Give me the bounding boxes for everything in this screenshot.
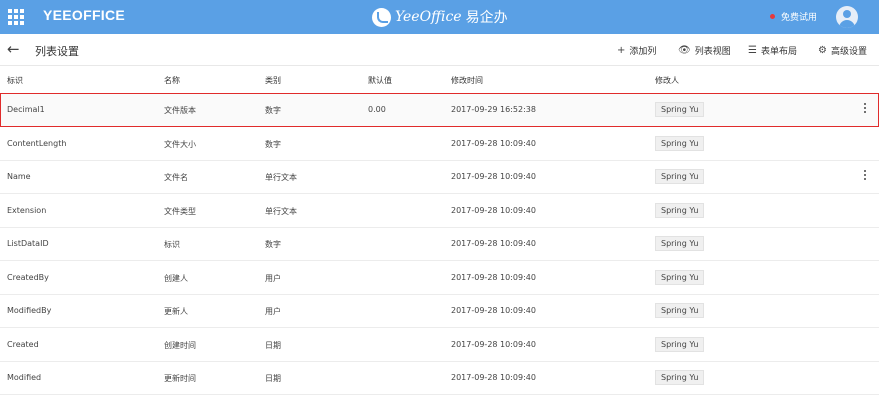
app-launcher-icon[interactable] [8,9,24,25]
cell-modified-time: 2017-09-28 10:09:40 [451,273,536,282]
table-row[interactable]: CreatedBy 创建人 用户 2017-09-28 10:09:40 Spr… [0,261,879,295]
cell-name: 创建时间 [164,341,196,350]
cell-type: 用户 [265,274,281,283]
header-name: 名称 [164,76,180,85]
form-layout-button[interactable]: ☰ 表单布局 [748,44,797,57]
table-row[interactable]: Modified 更新时间 日期 2017-09-28 10:09:40 Spr… [0,361,879,395]
cell-id: Name [7,172,31,181]
logo-cn-text: 易企办 [465,10,508,26]
header-type: 类别 [265,76,281,85]
cell-type: 单行文本 [265,173,297,182]
form-layout-label: 表单布局 [760,47,797,57]
table-row[interactable]: Extension 文件类型 单行文本 2017-09-28 10:09:40 … [0,194,879,228]
cell-id: Extension [7,206,47,215]
cell-name: 更新人 [164,307,188,316]
cell-type: 日期 [265,374,281,383]
cell-type: 数字 [265,240,281,249]
user-tag: Spring Yu [655,370,705,385]
eye-icon: 👁 [678,45,691,56]
user-tag: Spring Yu [655,136,705,151]
more-options-icon[interactable] [862,101,868,117]
user-tag: Spring Yu [655,337,705,352]
table-header: 标识 名称 类别 默认值 修改时间 修改人 [0,66,879,92]
center-logo: YeeOffice 易企办 [372,6,508,28]
cell-name: 更新时间 [164,374,196,383]
list-view-label: 列表视图 [694,47,731,57]
user-tag: Spring Yu [655,169,705,184]
cell-type: 日期 [265,341,281,350]
cell-name: 文件版本 [164,106,196,115]
cell-modified-time: 2017-09-28 10:09:40 [451,139,536,148]
cell-default: 0.00 [368,105,386,114]
cell-modified-time: 2017-09-29 16:52:38 [451,105,536,114]
back-arrow-icon[interactable]: ← [7,40,20,58]
user-avatar[interactable] [836,6,858,28]
table-row[interactable]: Name 文件名 单行文本 2017-09-28 10:09:40 Spring… [0,160,879,194]
cell-modified-time: 2017-09-28 10:09:40 [451,373,536,382]
cell-modified-time: 2017-09-28 10:09:40 [451,340,536,349]
cell-modified-time: 2017-09-28 10:09:40 [451,172,536,181]
cell-id: CreatedBy [7,273,49,282]
header-modified-by: 修改人 [655,76,679,85]
cell-name: 创建人 [164,274,188,283]
table-row[interactable]: Created 创建时间 日期 2017-09-28 10:09:40 Spri… [0,328,879,362]
user-tag: Spring Yu [655,203,705,218]
brand-name[interactable]: YEEOFFICE [43,7,125,23]
header-id: 标识 [7,76,23,85]
cell-id: Created [7,340,39,349]
cell-type: 数字 [265,106,281,115]
more-options-icon[interactable] [862,168,868,184]
add-column-label: 添加列 [629,47,657,57]
page-toolbar: ← 列表设置 + 添加列 👁 列表视图 ☰ 表单布局 ⚙ 高级设置 [0,34,879,66]
cell-id: Decimal1 [7,105,45,114]
cell-modified-time: 2017-09-28 10:09:40 [451,206,536,215]
cell-id: Modified [7,373,42,382]
cell-modified-time: 2017-09-28 10:09:40 [451,306,536,315]
cell-name: 文件名 [164,173,188,182]
top-bar: YEEOFFICE YeeOffice 易企办 免费试用 [0,0,879,34]
cell-id: ModifiedBy [7,306,52,315]
cell-name: 文件大小 [164,140,196,149]
avatar-body-icon [839,20,855,28]
cell-type: 数字 [265,140,281,149]
cell-type: 用户 [265,307,281,316]
free-trial-label: 免费试用 [781,13,818,23]
cell-name: 文件类型 [164,207,196,216]
advanced-settings-label: 高级设置 [830,47,867,57]
user-tag: Spring Yu [655,270,705,285]
plus-icon: + [617,45,626,56]
table-row[interactable]: Decimal1 文件版本 数字 0.00 2017-09-29 16:52:3… [0,93,879,127]
header-modified-time: 修改时间 [451,76,483,85]
yeeoffice-logo-icon [372,7,391,27]
cell-id: ListDataID [7,239,49,248]
user-tag: Spring Yu [655,102,705,117]
user-tag: Spring Yu [655,303,705,318]
advanced-settings-button[interactable]: ⚙ 高级设置 [818,44,867,57]
table-row[interactable]: ContentLength 文件大小 数字 2017-09-28 10:09:4… [0,127,879,161]
red-dot-icon [770,14,775,19]
header-default: 默认值 [368,76,392,85]
page-title: 列表设置 [35,45,79,58]
list-icon: ☰ [748,45,757,56]
logo-text: YeeOffice [395,9,462,25]
table-row[interactable]: ListDataID 标识 数字 2017-09-28 10:09:40 Spr… [0,227,879,261]
user-tag: Spring Yu [655,236,705,251]
cell-type: 单行文本 [265,207,297,216]
free-trial-button[interactable]: 免费试用 [770,10,817,23]
cell-modified-time: 2017-09-28 10:09:40 [451,239,536,248]
add-column-button[interactable]: + 添加列 [617,44,656,57]
list-view-button[interactable]: 👁 列表视图 [678,44,731,57]
cell-id: ContentLength [7,139,67,148]
gear-icon: ⚙ [818,45,827,56]
table-row[interactable]: ModifiedBy 更新人 用户 2017-09-28 10:09:40 Sp… [0,294,879,328]
cell-name: 标识 [164,240,180,249]
avatar-head-icon [843,10,851,18]
